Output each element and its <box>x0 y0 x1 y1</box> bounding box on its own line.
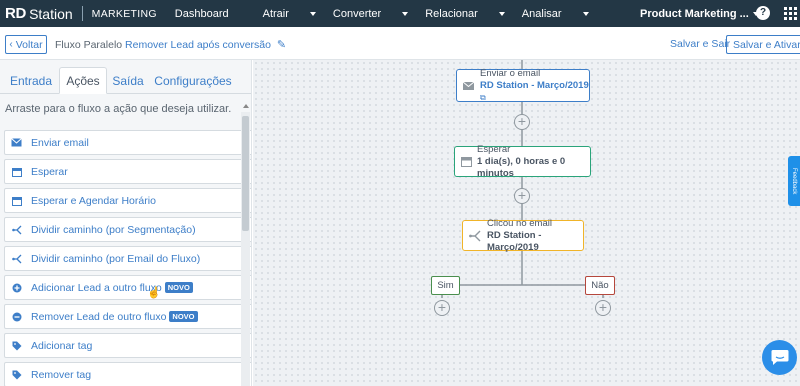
save-activate-button[interactable]: Salvar e Ativar › <box>726 35 800 54</box>
flow-header: ‹ Voltar Fluxo Paralelo Remover Lead apó… <box>0 27 800 60</box>
chevron-down-icon <box>498 11 505 16</box>
tab-entrada[interactable]: Entrada <box>4 67 58 94</box>
new-badge: NOVO <box>169 311 198 322</box>
envelope-icon <box>463 81 474 90</box>
scroll-up-arrow[interactable] <box>243 104 249 108</box>
chevron-left-icon: ‹ <box>9 39 13 50</box>
add-step-plus-icon[interactable]: + <box>514 114 530 130</box>
hand-cursor-icon: ☝ <box>147 287 161 299</box>
envelope-icon <box>11 137 22 148</box>
account-name: Product Marketing ... <box>640 7 749 20</box>
panel-scrollbar[interactable] <box>241 112 250 386</box>
logo-divider <box>81 6 83 21</box>
chevron-down-icon <box>582 11 589 16</box>
split-icon <box>11 224 22 235</box>
tab-saida[interactable]: Saída <box>108 67 148 94</box>
nav-converter[interactable]: Converter <box>333 8 409 20</box>
condition-node[interactable]: Clicou no email RD Station - Março/2019 <box>462 217 584 253</box>
add-step-plus-icon[interactable]: + <box>514 188 530 204</box>
save-exit-link[interactable]: Salvar e Sair <box>670 38 730 50</box>
action-remover-lead-fluxo[interactable]: Remover Lead de outro fluxo NOVO <box>4 304 251 329</box>
breadcrumb: Fluxo Paralelo Remover Lead após convers… <box>55 38 286 51</box>
action-adicionar-lead-fluxo[interactable]: Adicionar Lead a outro fluxo NOVO ☝ <box>4 275 251 300</box>
nav-dashboard[interactable]: Dashboard <box>175 8 246 20</box>
panel-instruction: Arraste para o fluxo a ação que deseja u… <box>5 103 232 115</box>
account-menu[interactable]: Product Marketing ... <box>640 0 759 27</box>
feedback-tab[interactable]: Feedback <box>788 156 800 206</box>
minus-circle-icon <box>11 311 22 322</box>
branch-no-text: Não <box>591 280 609 291</box>
condition-node-title: Clicou no email <box>487 217 552 229</box>
action-esperar[interactable]: Esperar <box>4 159 251 184</box>
rd-station-logo[interactable]: RD Station <box>0 0 73 27</box>
chevron-down-icon <box>309 11 316 16</box>
email-node-name[interactable]: RD Station - Março/2019 <box>480 80 589 91</box>
back-button[interactable]: ‹ Voltar <box>5 35 47 54</box>
email-node[interactable]: Enviar o email RD Station - Março/2019 ⧉ <box>456 67 590 102</box>
pencil-icon[interactable]: ✎ <box>277 38 286 51</box>
action-enviar-email[interactable]: Enviar email <box>4 130 251 155</box>
split-icon <box>469 230 481 242</box>
chevron-down-icon <box>402 11 409 16</box>
nav-atrair[interactable]: Atrair <box>263 8 316 20</box>
action-label: Esperar e Agendar Horário <box>31 194 156 207</box>
action-dividir-segmentacao[interactable]: Dividir caminho (por Segmentação) <box>4 217 251 242</box>
add-step-yes-plus-icon[interactable]: + <box>434 300 450 316</box>
wait-node-title: Esperar <box>477 143 511 155</box>
action-label: Remover Lead de outro fluxo <box>31 310 167 323</box>
chat-bubble-icon[interactable] <box>762 340 797 375</box>
breadcrumb-flow-type: Fluxo Paralelo <box>55 39 123 51</box>
wait-node-duration: 1 dia(s), 0 horas e 0 minutos <box>477 155 566 179</box>
add-step-no-plus-icon[interactable]: + <box>595 300 611 316</box>
scrollbar-thumb[interactable] <box>242 116 249 231</box>
action-dividir-email[interactable]: Dividir caminho (por Email do Fluxo) <box>4 246 251 271</box>
help-icon[interactable]: ? <box>756 6 770 20</box>
calendar-icon <box>11 166 22 177</box>
nav-analisar[interactable]: Analisar <box>522 8 589 20</box>
actions-panel: Entrada Ações Saída Configurações Arrast… <box>0 60 252 386</box>
wait-node[interactable]: Esperar 1 dia(s), 0 horas e 0 minutos <box>454 143 591 179</box>
flow-canvas[interactable]: Enviar o email RD Station - Março/2019 ⧉… <box>253 60 800 386</box>
condition-node-email: RD Station - Março/2019 <box>487 229 542 253</box>
branch-yes-label[interactable]: Sim <box>431 276 460 295</box>
tab-acoes[interactable]: Ações <box>59 67 107 94</box>
action-label: Adicionar Lead a outro fluxo <box>31 281 162 294</box>
external-link-icon[interactable]: ⧉ <box>480 93 486 102</box>
branch-no-label[interactable]: Não <box>585 276 615 295</box>
tag-icon <box>11 340 22 351</box>
action-adicionar-tag[interactable]: Adicionar tag <box>4 333 251 358</box>
save-activate-label: Salvar e Ativar <box>733 38 800 51</box>
tag-icon <box>11 369 22 380</box>
action-remover-tag[interactable]: Remover tag <box>4 362 251 386</box>
back-label: Voltar <box>15 38 43 51</box>
action-label: Remover tag <box>31 368 92 381</box>
flow-name[interactable]: Remover Lead após conversão <box>125 39 271 51</box>
plus-circle-icon <box>11 282 22 293</box>
tab-configuracoes[interactable]: Configurações <box>153 67 233 94</box>
logo-text: Station <box>29 5 73 22</box>
main-nav: Dashboard Atrair Converter Relacionar An… <box>175 8 606 20</box>
product-name: MARKETING <box>91 7 157 20</box>
logo-bold: RD <box>5 5 27 22</box>
action-label: Adicionar tag <box>31 339 93 352</box>
branch-yes-text: Sim <box>437 280 454 291</box>
apps-grid-icon[interactable] <box>784 7 798 20</box>
new-badge: NOVO <box>164 282 193 293</box>
action-label: Dividir caminho (por Segmentação) <box>31 223 196 236</box>
email-node-title: Enviar o email <box>480 67 541 79</box>
nav-relacionar[interactable]: Relacionar <box>425 8 505 20</box>
action-esperar-agendar[interactable]: Esperar e Agendar Horário <box>4 188 251 213</box>
action-label: Esperar <box>31 165 68 178</box>
top-navbar: RD Station MARKETING Dashboard Atrair Co… <box>0 0 800 27</box>
calendar-icon <box>461 156 472 167</box>
action-label: Dividir caminho (por Email do Fluxo) <box>31 252 201 265</box>
action-label: Enviar email <box>31 136 89 149</box>
feedback-label: Feedback <box>791 167 797 195</box>
panel-tabs: Entrada Ações Saída Configurações <box>0 67 251 94</box>
split-icon <box>11 253 22 264</box>
calendar-icon <box>11 195 22 206</box>
